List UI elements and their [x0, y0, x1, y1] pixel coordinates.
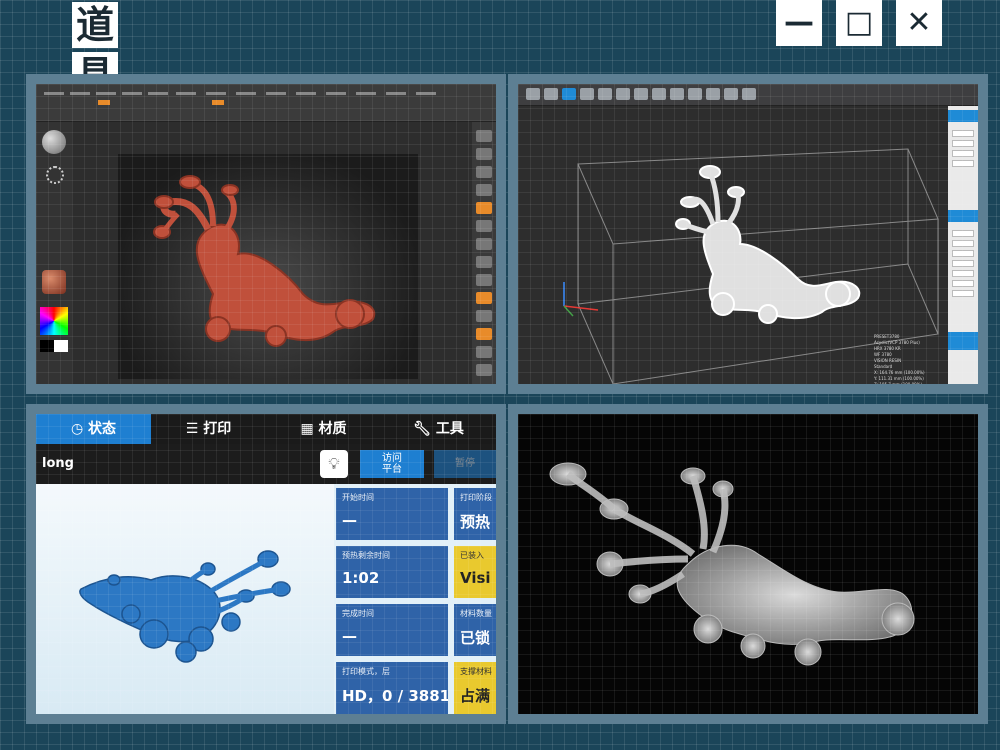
dragon-model-blue — [79, 550, 291, 663]
checkered-icon: ▦ — [300, 421, 319, 437]
status-tile: 打印阶段 预热 — [454, 488, 496, 540]
tile-label: 打印模式，层 — [342, 667, 390, 676]
sculpt-right-shelf — [472, 122, 496, 384]
tile-label: 开始时间 — [342, 493, 374, 502]
status-tile: 支撑材料 占满 — [454, 662, 496, 714]
tile-label: 已装入 — [460, 551, 484, 560]
pause-button[interactable]: 暂停 — [434, 450, 496, 478]
slicer-side-panel — [948, 106, 978, 384]
status-tile: 预热剩余时间 1:02 — [336, 546, 448, 598]
dragon-model-red — [153, 175, 376, 347]
color-swatch-icon[interactable] — [40, 340, 68, 352]
tile-label: 材料数量 — [460, 609, 492, 618]
printer-screen-panel: ◷ 状态 ☰ 打印 ▦ 材质 🔧︎ 工具 long 💡︎ 访问 平台 暂停 开始… — [26, 404, 506, 724]
tile-label: 预热剩余时间 — [342, 551, 390, 560]
status-tile: 开始时间 — — [336, 488, 448, 540]
tab-label: 状态 — [88, 421, 117, 437]
tab-label: 材质 — [318, 421, 347, 437]
window-controls: — □ ✕ — [776, 0, 942, 46]
tab-tools[interactable]: 🔧︎ 工具 — [381, 414, 496, 444]
tab-material[interactable]: ▦ 材质 — [266, 414, 381, 444]
tile-value: 已锁 — [460, 629, 491, 647]
tile-value: HD，0 / 3881 — [342, 687, 448, 705]
slicer-info: PRESET3780 Acyclic(VCP 3780 Plus) HRX 37… — [874, 334, 950, 387]
light-bulb-icon[interactable]: 💡︎ — [320, 450, 348, 478]
tab-status[interactable]: ◷ 状态 — [36, 414, 151, 444]
job-file-name: long — [42, 456, 74, 471]
status-tile: 已装入 Visi — [454, 546, 496, 598]
visit-platform-label: 访问 平台 — [382, 453, 402, 475]
minimize-button[interactable]: — — [776, 0, 822, 46]
clock-icon: ◷ — [70, 421, 89, 437]
wrench-icon: 🔧︎ — [413, 421, 436, 437]
tab-print[interactable]: ☰ 打印 — [151, 414, 266, 444]
material-sphere-icon[interactable] — [42, 130, 66, 154]
list-icon: ☰ — [185, 421, 204, 437]
printer-job-bar: long 💡︎ 访问 平台 暂停 — [36, 444, 496, 484]
printer-model-preview — [36, 484, 334, 714]
material-swatch-icon[interactable] — [42, 270, 66, 294]
title-char: 道 — [72, 2, 118, 48]
printer-tab-bar: ◷ 状态 ☰ 打印 ▦ 材质 🔧︎ 工具 — [36, 414, 496, 444]
tile-label: 支撑材料 — [460, 667, 492, 676]
close-button[interactable]: ✕ — [896, 0, 942, 46]
brush-icon[interactable] — [46, 166, 64, 184]
tab-label: 打印 — [203, 421, 232, 437]
tile-value: 占满 — [460, 687, 491, 705]
tab-label: 工具 — [435, 421, 464, 437]
tile-value: — — [342, 511, 357, 529]
slicer-screenshot-panel: PRESET3780 Acyclic(VCP 3780 Plus) HRX 37… — [508, 74, 988, 394]
tile-value: 预热 — [460, 513, 491, 531]
tile-value: 1:02 — [342, 569, 380, 587]
dragon-model-xray — [549, 462, 915, 666]
tile-label: 完成时间 — [342, 609, 374, 618]
status-tile: 打印模式，层 HD，0 / 3881 — [336, 662, 448, 714]
sculpt-toolbar — [36, 84, 496, 122]
sculpt-left-shelf — [36, 122, 72, 384]
xray-render-panel — [508, 404, 988, 724]
status-tile: 完成时间 — — [336, 604, 448, 656]
slicer-info-line: Z: 105.7 mm (100.00%) — [874, 382, 923, 387]
sculpt-canvas[interactable] — [118, 154, 418, 379]
visit-platform-button[interactable]: 访问 平台 — [360, 450, 424, 478]
sculpt-screenshot-panel — [26, 74, 506, 394]
tile-value: Visi — [460, 569, 491, 587]
color-picker-icon[interactable] — [40, 307, 68, 335]
maximize-button[interactable]: □ — [836, 0, 882, 46]
tile-label: 打印阶段 — [460, 493, 492, 502]
tile-value: — — [342, 627, 357, 645]
status-tile: 材料数量 已锁 — [454, 604, 496, 656]
